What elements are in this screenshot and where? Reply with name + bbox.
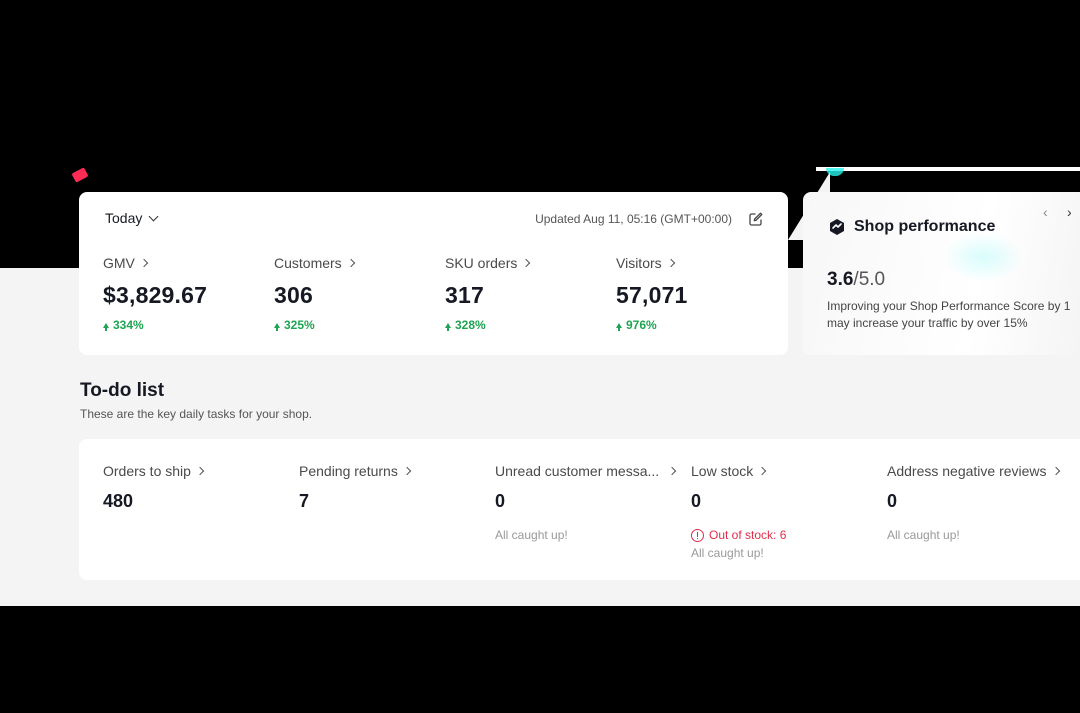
metric-value: $3,829.67 [103,282,208,308]
todo-value: 0 [691,491,702,511]
chevron-right-icon [139,258,149,268]
metric-change-value: 976% [626,318,657,332]
todo-value: 7 [299,491,310,511]
metric-value: 57,071 [616,282,688,308]
metric-value: 317 [445,282,484,308]
metric-label: SKU orders [445,255,518,271]
period-label: Today [105,210,143,226]
updated-timestamp: Updated Aug 11, 05:16 (GMT+00:00) [535,212,732,226]
metric-sku-orders-link[interactable]: SKU orders [445,255,531,271]
arrow-up-icon [445,322,451,331]
todo-label: Unread customer messa... [495,463,660,479]
arrow-up-icon [616,322,622,331]
todo-label: Address negative reviews [887,463,1047,479]
todo-value: 0 [495,491,506,511]
performance-score: 3.6/5.0 [827,269,885,291]
out-of-stock-alert[interactable]: Out of stock: 6 [691,528,881,542]
metrics-card: Today Updated Aug 11, 05:16 (GMT+00:00) … [79,192,788,355]
period-dropdown[interactable]: Today [105,210,159,226]
arrow-up-icon [103,322,109,331]
todo-label: Pending returns [299,463,398,479]
alert-text: Out of stock: 6 [709,528,787,542]
metric-change: 334% [103,318,207,332]
metric-sku-orders: SKU orders 317 328% [445,255,531,332]
arrow-up-icon [274,322,280,331]
shop-performance-card: Shop performance ‹ › 3.6/5.0 Improving y… [803,192,1080,355]
footer-black [0,606,1080,713]
todo-note: All caught up! [691,546,764,560]
todo-card: Orders to ship 480 Pending returns 7 Unr… [79,439,1080,580]
todo-value: 0 [887,491,898,511]
metric-gmv-link[interactable]: GMV [103,255,207,271]
chevron-right-icon [402,466,412,476]
chevron-right-icon [1051,466,1060,476]
metric-change-value: 325% [284,318,315,332]
todo-link[interactable]: Low stock [691,463,881,479]
decorative-glow [943,232,1023,282]
performance-title: Shop performance [828,218,995,236]
edit-icon[interactable] [748,211,764,227]
chevron-right-icon [522,258,531,268]
todo-item-negative-reviews: Address negative reviews 0 All caught up… [887,463,1077,542]
todo-subtitle: These are the key daily tasks for your s… [80,407,313,421]
metric-value: 306 [274,282,313,308]
metric-change-value: 328% [455,318,486,332]
decorative-strip [816,167,1080,171]
score-total: /5.0 [853,269,886,290]
todo-link[interactable]: Orders to ship [103,463,293,479]
metric-change-value: 334% [113,318,144,332]
chevron-left-icon[interactable]: ‹ [1043,204,1048,220]
performance-title-text: Shop performance [854,218,996,235]
todo-link[interactable]: Pending returns [299,463,489,479]
metric-gmv: GMV $3,829.67 334% [103,255,207,332]
metric-visitors-link[interactable]: Visitors [616,255,688,271]
todo-item-orders-to-ship: Orders to ship 480 [103,463,293,512]
metric-change: 976% [616,318,688,332]
metric-label: GMV [103,255,135,271]
performance-description: Improving your Shop Performance Score by… [827,299,1071,330]
alert-circle-icon [691,528,704,542]
todo-item-pending-returns: Pending returns 7 [299,463,489,512]
chevron-right-icon[interactable]: › [1067,204,1072,220]
metric-change: 328% [445,318,529,332]
chevron-right-icon [758,466,767,476]
todo-link[interactable]: Address negative reviews [887,463,1077,479]
metric-label: Customers [274,255,342,271]
todo-note: All caught up! [495,528,568,542]
metric-change: 325% [274,318,354,332]
chevron-right-icon [667,466,677,476]
chevron-down-icon [148,211,159,221]
chevron-right-icon [666,258,675,268]
todo-label: Orders to ship [103,463,191,479]
todo-item-low-stock: Low stock 0 Out of stock: 6 All caught u… [691,463,881,560]
metric-customers-link[interactable]: Customers [274,255,355,271]
metric-label: Visitors [616,255,662,271]
performance-badge-icon [830,219,844,235]
chevron-right-icon [195,466,205,476]
metric-visitors: Visitors 57,071 976% [616,255,688,332]
score-value: 3.6 [827,269,854,290]
todo-value: 480 [103,491,134,511]
metric-customers: Customers 306 325% [274,255,355,332]
todo-title: To-do list [80,380,165,401]
todo-note: All caught up! [887,528,960,542]
todo-link[interactable]: Unread customer messa... [495,463,685,479]
todo-label: Low stock [691,463,754,479]
todo-item-unread-messages: Unread customer messa... 0 All caught up… [495,463,685,542]
chevron-right-icon [346,258,355,268]
